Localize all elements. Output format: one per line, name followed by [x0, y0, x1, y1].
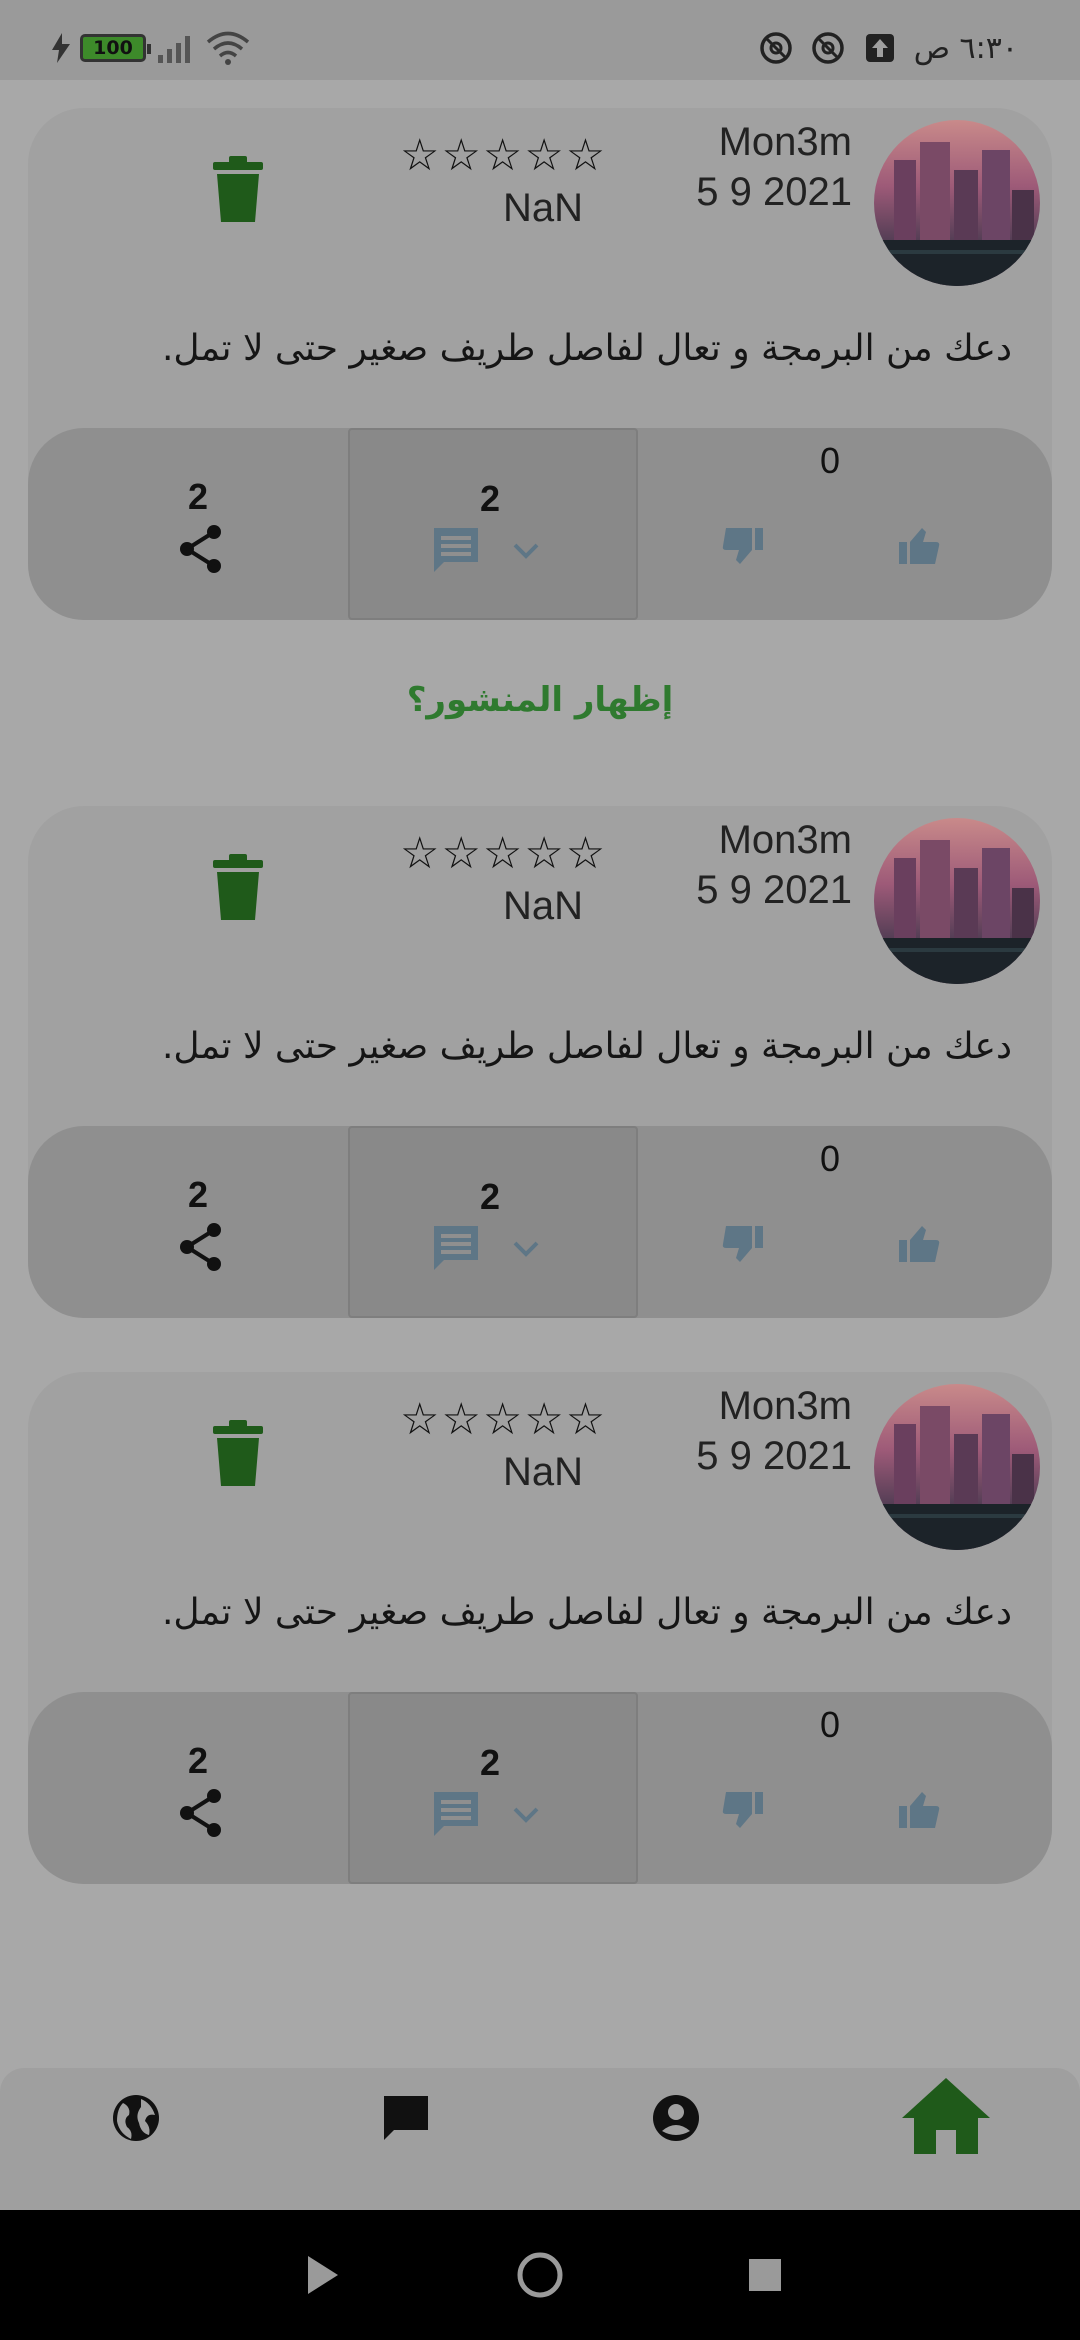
- mention-icon-2: [810, 30, 846, 66]
- bottom-nav: [0, 2068, 1080, 2210]
- chevron-down-icon: [513, 1241, 539, 1257]
- post-actions: 2 2 0: [28, 428, 1052, 620]
- account-icon[interactable]: [646, 2088, 706, 2148]
- like-count: 0: [820, 1138, 841, 1179]
- avatar-image: [874, 840, 1040, 984]
- post-author[interactable]: Mon3m: [719, 818, 852, 863]
- post-text: دعك من البرمجة و تعال لفاصل طريف صغير حت…: [161, 328, 1012, 369]
- comment-count: 2: [480, 478, 501, 519]
- share-icon[interactable]: [178, 524, 224, 574]
- wifi-icon: [206, 31, 250, 65]
- post-date: 5 9 2021: [696, 1434, 852, 1478]
- show-post-link[interactable]: إظهار المنشور؟: [0, 680, 1080, 720]
- delete-icon[interactable]: [213, 854, 263, 920]
- comment-count: 2: [480, 1742, 501, 1783]
- post-actions: 2 2 0: [28, 1692, 1052, 1884]
- rating-stars[interactable]: ☆☆☆☆☆: [400, 1394, 607, 1445]
- share-icon[interactable]: [178, 1788, 224, 1838]
- post-date: 5 9 2021: [696, 170, 852, 214]
- share-count: 2: [188, 1740, 209, 1781]
- comment-icon: [434, 528, 478, 572]
- rating-stars[interactable]: ☆☆☆☆☆: [400, 828, 607, 879]
- recents-icon[interactable]: [740, 2250, 790, 2300]
- post-card: Mon3m 5 9 2021 ☆☆☆☆☆ NaN دعك من البرمجة …: [28, 108, 1052, 620]
- status-right: ٦:٣٠ ص: [758, 26, 1018, 70]
- like-count: 0: [820, 1704, 841, 1745]
- chat-icon[interactable]: [376, 2088, 436, 2148]
- avatar[interactable]: [874, 818, 1040, 984]
- rating-value: NaN: [502, 186, 584, 230]
- post-actions: 2 2 0: [28, 1126, 1052, 1318]
- system-nav-bar: [0, 2210, 1080, 2340]
- rating-stars[interactable]: ☆☆☆☆☆: [400, 130, 607, 181]
- post-date: 5 9 2021: [696, 868, 852, 912]
- like-icon[interactable]: [898, 526, 940, 566]
- comment-icon: [434, 1792, 478, 1836]
- dislike-icon[interactable]: [722, 1224, 764, 1264]
- comment-count: 2: [480, 1176, 501, 1217]
- rating-value: NaN: [502, 1450, 584, 1494]
- battery-level: 100: [93, 37, 133, 59]
- status-left: 100: [52, 28, 250, 68]
- chevron-down-icon: [513, 543, 539, 559]
- status-bar: 100 ٦:٣٠ ص: [0, 0, 1080, 80]
- charging-icon: [52, 33, 70, 63]
- post-card: Mon3m 5 9 2021 ☆☆☆☆☆ NaN دعك من البرمجة …: [28, 1372, 1052, 1884]
- post-author[interactable]: Mon3m: [719, 1384, 852, 1429]
- comments-button[interactable]: 2: [348, 428, 638, 620]
- share-count: 2: [188, 1174, 209, 1215]
- home-button-icon[interactable]: [515, 2250, 565, 2300]
- dislike-icon[interactable]: [722, 526, 764, 566]
- home-icon[interactable]: [900, 2074, 992, 2158]
- comment-icon: [434, 1226, 478, 1270]
- avatar-image: [874, 142, 1040, 286]
- share-icon[interactable]: [178, 1222, 224, 1272]
- signal-icon: [158, 36, 190, 63]
- comments-button[interactable]: 2: [348, 1126, 638, 1318]
- back-icon[interactable]: [296, 2250, 346, 2300]
- avatar[interactable]: [874, 1384, 1040, 1550]
- rating-value: NaN: [502, 884, 584, 928]
- status-time: ٦:٣٠ ص: [913, 30, 1018, 66]
- post-text: دعك من البرمجة و تعال لفاصل طريف صغير حت…: [161, 1592, 1012, 1633]
- like-icon[interactable]: [898, 1790, 940, 1830]
- like-count: 0: [820, 440, 841, 481]
- share-count: 2: [188, 476, 209, 517]
- mention-icon: [758, 30, 794, 66]
- post-author[interactable]: Mon3m: [719, 120, 852, 165]
- dislike-icon[interactable]: [722, 1790, 764, 1830]
- avatar[interactable]: [874, 120, 1040, 286]
- post-text: دعك من البرمجة و تعال لفاصل طريف صغير حت…: [161, 1026, 1012, 1067]
- upload-icon: [862, 30, 898, 66]
- delete-icon[interactable]: [213, 156, 263, 222]
- delete-icon[interactable]: [213, 1420, 263, 1486]
- globe-icon[interactable]: [106, 2088, 166, 2148]
- post-card: Mon3m 5 9 2021 ☆☆☆☆☆ NaN دعك من البرمجة …: [28, 806, 1052, 1318]
- chevron-down-icon: [513, 1807, 539, 1823]
- avatar-image: [874, 1406, 1040, 1550]
- comments-button[interactable]: 2: [348, 1692, 638, 1884]
- battery-indicator: 100: [80, 34, 151, 62]
- like-icon[interactable]: [898, 1224, 940, 1264]
